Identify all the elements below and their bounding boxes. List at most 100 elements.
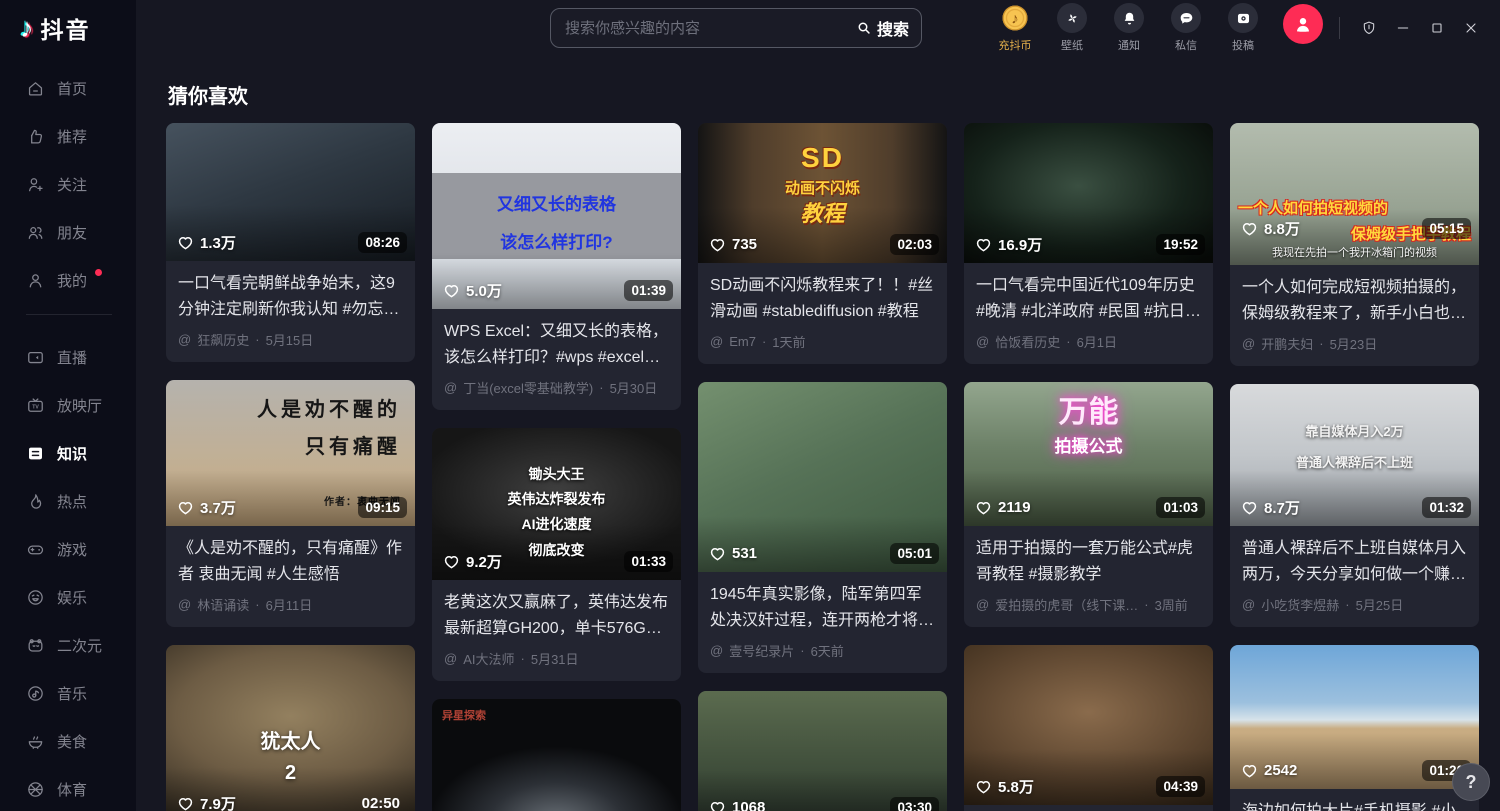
safety-button[interactable]: [1354, 13, 1384, 43]
sidebar-item-music[interactable]: 音乐: [0, 669, 136, 717]
video-date: 6天前: [811, 641, 844, 660]
heart-icon: [708, 544, 727, 563]
video-author: 小吃货李煜赫: [1261, 595, 1339, 614]
sidebar-item-label: 音乐: [57, 683, 87, 704]
action-label: 充抖币: [999, 37, 1032, 53]
sidebar-item-label: 我的: [57, 270, 87, 291]
video-card[interactable]: 1068 03:30: [698, 691, 947, 811]
thumbnail-stats: 8.7万 01:32: [1240, 497, 1471, 518]
video-duration: 03:30: [890, 797, 939, 811]
video-title: 老黄这次又赢麻了，英伟达发布最新超算GH200，单卡576G显…: [444, 590, 669, 642]
video-date: 5月15日: [266, 330, 314, 349]
minimize-button[interactable]: [1388, 13, 1418, 43]
close-button[interactable]: [1456, 13, 1486, 43]
video-card[interactable]: 犹太人2 7.9万 02:50: [166, 645, 415, 811]
titlebar-right: ♪ 充抖币 壁纸 通知 私信 投稿: [995, 3, 1500, 53]
heart-icon: [442, 281, 461, 300]
avatar[interactable]: [1283, 4, 1323, 44]
sidebar-item-anime[interactable]: 二次元: [0, 621, 136, 669]
wallpaper-icon: [1057, 3, 1087, 33]
action-recharge[interactable]: ♪ 充抖币: [995, 3, 1035, 53]
video-title: 1945年真实影像，陆军第四军处决汉奸过程，连开两枪才将其…: [710, 582, 935, 634]
sidebar-item-entertainment[interactable]: 娱乐: [0, 573, 136, 621]
video-card[interactable]: 531 05:01 1945年真实影像，陆军第四军处决汉奸过程，连开两枪才将其……: [698, 382, 947, 673]
video-thumbnail: 又细又长的表格该怎么样打印? 5.0万 01:39: [432, 123, 681, 309]
sidebar-item-friends[interactable]: 朋友: [0, 208, 136, 256]
video-author: 壹号纪录片: [729, 641, 794, 660]
video-title: 海边如何拍大片#手机摄影 #小叶: [1242, 799, 1467, 811]
app-logo: ♪ 抖音: [0, 0, 136, 56]
video-meta: @AI大法师·5月31日: [444, 649, 669, 668]
video-date: 1天前: [772, 332, 805, 351]
video-card[interactable]: 一个人如何拍短视频的保姆级手把手教程我现在先拍一个我开冰箱门的视频 8.8万 0…: [1230, 123, 1479, 366]
sidebar-item-games[interactable]: 游戏: [0, 525, 136, 573]
sidebar-item-sports[interactable]: 体育: [0, 765, 136, 811]
card-body: WPS Excel：又细又长的表格，该怎么样打印？#wps #excel #…@…: [432, 309, 681, 410]
subtitle-caption: 我现在先拍一个我开冰箱门的视频: [1236, 244, 1473, 260]
coin-icon: ♪: [1000, 3, 1030, 33]
video-card[interactable]: 16.9万 19:52 一口气看完中国近代109年历史 #晚清 #北洋政府 #民…: [964, 123, 1213, 364]
action-upload[interactable]: 投稿: [1223, 3, 1263, 53]
sidebar-item-label: 首页: [57, 78, 87, 99]
live-icon: [26, 348, 45, 367]
help-button[interactable]: ?: [1452, 763, 1490, 801]
sidebar-item-following[interactable]: 关注: [0, 160, 136, 208]
cinema-icon: TV: [26, 396, 45, 415]
entertainment-icon: [26, 588, 45, 607]
video-card[interactable]: 5.8万 04:39 2015年丁磊饭局大咖云集，号称: [964, 645, 1213, 811]
video-card[interactable]: 异星探索: [432, 699, 681, 811]
like-count: 5.0万: [442, 280, 502, 301]
video-date: 6月1日: [1077, 332, 1117, 351]
video-date: 5月25日: [1356, 595, 1404, 614]
video-card[interactable]: 又细又长的表格该怎么样打印? 5.0万 01:39 WPS Excel：又细又长…: [432, 123, 681, 410]
search-input[interactable]: [551, 20, 856, 37]
like-count: 16.9万: [974, 234, 1042, 255]
sidebar-item-home[interactable]: 首页: [0, 64, 136, 112]
sidebar-item-label: 二次元: [57, 635, 102, 656]
heart-icon: [708, 235, 727, 254]
video-thumbnail: 人是劝不醒的只有痛醒作者：衷曲无闻 3.7万 09:15: [166, 380, 415, 526]
action-notifications[interactable]: 通知: [1109, 3, 1149, 53]
action-wallpaper[interactable]: 壁纸: [1052, 3, 1092, 53]
sidebar-item-mine[interactable]: 我的: [0, 256, 136, 304]
video-card[interactable]: 万能拍摄公式 2119 01:03 适用于拍摄的一套万能公式#虎哥教程 #摄影教…: [964, 382, 1213, 627]
video-card[interactable]: 1.3万 08:26 一口气看完朝鲜战争始末，这9分钟注定刷新你我认知 #勿忘历…: [166, 123, 415, 362]
video-meta: @狂飙历史·5月15日: [178, 330, 403, 349]
window-controls: [1354, 13, 1486, 43]
sidebar-item-cinema[interactable]: TV 放映厅: [0, 381, 136, 429]
video-thumbnail: 异星探索: [432, 699, 681, 811]
video-card[interactable]: 2542 01:20 海边如何拍大片#手机摄影 #小叶: [1230, 645, 1479, 811]
thumbnail-overlay-text: 又细又长的表格该怎么样打印?: [432, 186, 681, 261]
sidebar-item-label: 娱乐: [57, 587, 87, 608]
card-body: 一口气看完朝鲜战争始末，这9分钟注定刷新你我认知 #勿忘历史…@狂飙历史·5月1…: [166, 261, 415, 362]
sidebar-item-hot[interactable]: 热点: [0, 477, 136, 525]
action-messages[interactable]: 私信: [1166, 3, 1206, 53]
heart-icon: [176, 794, 195, 811]
thumbnail-stats: 5.0万 01:39: [442, 280, 673, 301]
video-card[interactable]: 锄头大王英伟达炸裂发布AI进化速度彻底改变 9.2万 01:33 老黄这次又赢麻…: [432, 428, 681, 681]
maximize-button[interactable]: [1422, 13, 1452, 43]
video-title: SD动画不闪烁教程来了！！#丝滑动画 #stablediffusion #教程: [710, 273, 935, 325]
notification-dot: [95, 269, 102, 276]
thumbnail-stats: 735 02:03: [708, 234, 939, 255]
video-card[interactable]: SD动画不闪烁教程 735 02:03 SD动画不闪烁教程来了！！#丝滑动画 #…: [698, 123, 947, 364]
video-duration: 05:15: [1422, 218, 1471, 239]
video-meta: @爱拍摄的虎哥（线下课…·3周前: [976, 595, 1201, 614]
shield-icon: [1361, 20, 1377, 36]
video-card[interactable]: 人是劝不醒的只有痛醒作者：衷曲无闻 3.7万 09:15 《人是劝不醒的，只有痛…: [166, 380, 415, 627]
sidebar-item-live[interactable]: 直播: [0, 333, 136, 381]
video-card[interactable]: 靠自媒体月入2万普通人裸辞后不上班 8.7万 01:32 普通人裸辞后不上班自媒…: [1230, 384, 1479, 627]
video-duration: 01:33: [624, 551, 673, 572]
sidebar-item-food[interactable]: 美食: [0, 717, 136, 765]
action-label: 通知: [1118, 37, 1140, 53]
douyin-note-icon: ♪: [20, 13, 34, 44]
thumbnail-stats: 531 05:01: [708, 543, 939, 564]
video-author: AI大法师: [463, 649, 514, 668]
search-button[interactable]: 搜索: [856, 16, 909, 40]
thumbnail-stats: 8.8万 05:15: [1240, 218, 1471, 239]
sidebar-item-knowledge[interactable]: 知识: [0, 429, 136, 477]
card-body: 老黄这次又赢麻了，英伟达发布最新超算GH200，单卡576G显… @AI大法师·5…: [432, 580, 681, 681]
video-thumbnail: 锄头大王英伟达炸裂发布AI进化速度彻底改变 9.2万 01:33: [432, 428, 681, 580]
titlebar-actions: ♪ 充抖币 壁纸 通知 私信 投稿: [995, 3, 1263, 53]
sidebar-item-recommend[interactable]: 推荐: [0, 112, 136, 160]
